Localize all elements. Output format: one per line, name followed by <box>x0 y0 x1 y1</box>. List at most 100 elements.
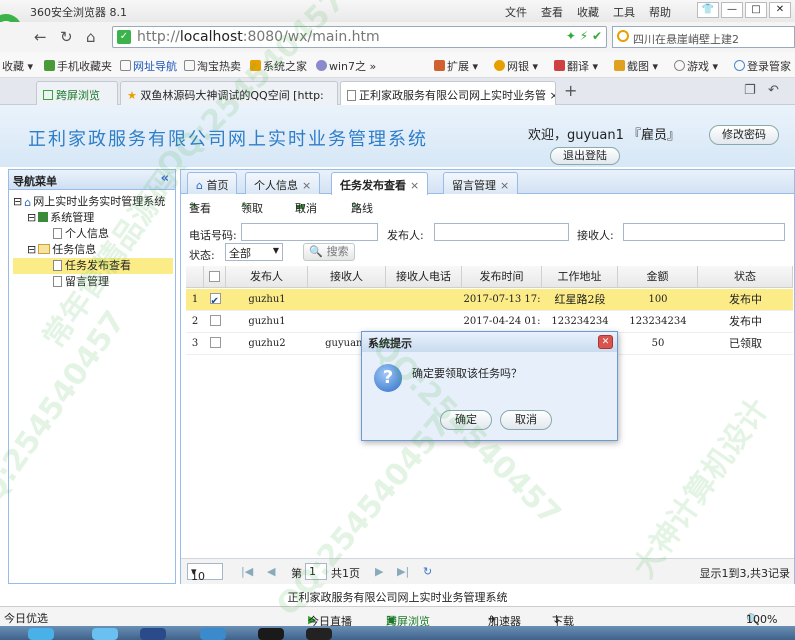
skin-button[interactable]: 👕 <box>697 2 719 18</box>
first-page-icon[interactable]: |◀ <box>241 565 253 578</box>
menu-tools[interactable]: 工具 <box>613 4 635 20</box>
menu-view[interactable]: 查看 <box>541 4 563 20</box>
cell-status: 已领取 <box>729 337 762 350</box>
star-icon: ★ <box>127 89 137 102</box>
header-receiver[interactable]: 接收人 <box>308 266 386 288</box>
header-status[interactable]: 状态 <box>698 266 793 288</box>
close-tab-icon[interactable]: × <box>550 89 556 102</box>
row-checkbox[interactable] <box>204 311 226 333</box>
header-address[interactable]: 工作地址 <box>542 266 618 288</box>
tree-item-profile[interactable]: 个人信息 <box>53 226 109 242</box>
taskbar-app-icon[interactable] <box>200 628 226 640</box>
bookmark-taobao[interactable]: 淘宝热卖 <box>184 58 241 74</box>
bookmark-navigation[interactable]: 网址导航 <box>120 58 177 74</box>
welcome-text: 欢迎，guyuan1 『雇员』 <box>528 128 681 143</box>
search-box[interactable]: 四川在悬崖峭壁上建2 <box>612 26 795 48</box>
bookmark-mobile[interactable]: 手机收藏夹 <box>44 58 112 74</box>
tree-root[interactable]: ⊟ ⌂ 网上实时业务实时管理系统 <box>13 194 165 210</box>
menu-help[interactable]: 帮助 <box>649 4 671 20</box>
tree-item-messages[interactable]: 留言管理 <box>53 274 109 290</box>
phone-icon <box>44 60 55 71</box>
bookmark-system-home[interactable]: 系统之家 <box>250 58 307 74</box>
restore-tabs-icon[interactable]: ❐ <box>744 83 756 98</box>
bookmark-favorites[interactable]: 收藏 ▾ <box>2 58 33 74</box>
next-page-icon[interactable]: ▶ <box>375 565 383 578</box>
change-password-button[interactable]: 修改密码 <box>709 125 779 145</box>
address-action-icons[interactable]: ✦ ⚡ ✔ <box>566 29 602 43</box>
header-publish-time[interactable]: 发布时间 <box>462 266 542 288</box>
close-tab-icon[interactable]: × <box>500 179 509 192</box>
tab-cross-screen[interactable]: 跨屏浏览 <box>36 81 118 105</box>
tab-qq-space[interactable]: ★ 双鱼林源码大神调试的QQ空间 [http: <box>120 81 338 105</box>
minimize-button[interactable]: — <box>721 2 743 18</box>
menu-file[interactable]: 文件 <box>505 4 527 20</box>
page-number-input[interactable]: 1 <box>305 563 327 580</box>
bookmark-login-manager[interactable]: 登录管家 <box>734 58 791 74</box>
header-receiver-phone[interactable]: 接收人电话 <box>386 266 462 288</box>
receiver-input[interactable] <box>623 223 785 241</box>
gamepad-icon <box>674 60 685 71</box>
table-row[interactable]: 2 guzhu1 2017-04-24 01: 123234234 123234… <box>186 311 793 333</box>
menu-favorites[interactable]: 收藏 <box>577 4 599 20</box>
logout-button[interactable]: 退出登陆 <box>550 147 620 165</box>
select-all-checkbox[interactable] <box>209 271 220 282</box>
bookmark-translate[interactable]: 翻译 ▾ <box>554 58 598 74</box>
header-amount[interactable]: 金额 <box>618 266 698 288</box>
last-page-icon[interactable]: ▶| <box>397 565 409 578</box>
dialog-close-icon[interactable]: ✕ <box>598 335 613 349</box>
maximize-button[interactable]: □ <box>745 2 767 18</box>
close-window-button[interactable]: ✕ <box>769 2 791 18</box>
tab-messages[interactable]: 留言管理 × <box>443 172 519 194</box>
cell-address: 123234234 <box>551 316 609 327</box>
taskbar-app-icon[interactable] <box>306 628 332 640</box>
status-left[interactable]: 今日优选 <box>4 610 48 626</box>
tab-home[interactable]: ⌂ 首页 <box>187 172 238 194</box>
cell-amount: 100 <box>648 294 668 305</box>
close-tab-icon[interactable]: × <box>302 179 311 192</box>
tab-current-app[interactable]: 正利家政服务有限公司网上实时业务管 × <box>340 81 556 105</box>
page-icon <box>53 260 62 271</box>
collapse-icon[interactable]: « <box>161 171 169 186</box>
close-tab-icon[interactable]: × <box>410 179 419 192</box>
bookmark-screenshot[interactable]: 截图 ▾ <box>614 58 658 74</box>
home-icon[interactable]: ⌂ <box>86 28 96 46</box>
back-icon[interactable]: ← <box>34 28 47 46</box>
page-size-select[interactable]: 10 ▾ <box>187 563 223 583</box>
new-tab-button[interactable]: + <box>564 81 577 100</box>
bookmark-win7[interactable]: win7之 » <box>316 58 376 74</box>
table-row[interactable]: 1 guzhu1 2017-07-13 17: 红星路2段 100 发布中 <box>186 289 793 311</box>
tab-profile[interactable]: 个人信息 × <box>245 172 321 194</box>
search-button[interactable]: 🔍 搜索 <box>303 243 355 261</box>
address-bar[interactable]: ✓ http://localhost:8080/wx/main.htm ✦ ⚡ … <box>112 26 607 48</box>
publisher-input[interactable] <box>434 223 569 241</box>
system-icon <box>38 212 49 222</box>
row-number: 1 <box>191 294 199 305</box>
taskbar-app-icon[interactable] <box>92 628 118 640</box>
cell-publisher: guzhu2 <box>248 338 286 349</box>
dialog-ok-button[interactable]: 确定 <box>440 410 492 430</box>
tree-item-task-publish[interactable]: 任务发布查看 <box>13 258 173 274</box>
row-checkbox[interactable] <box>204 333 226 355</box>
taskbar-ie-icon[interactable] <box>28 628 54 640</box>
row-checkbox[interactable] <box>204 289 226 311</box>
taskbar-app-icon[interactable] <box>258 628 284 640</box>
refresh-icon[interactable]: ↻ <box>60 28 73 46</box>
refresh-icon[interactable]: ↻ <box>423 565 432 578</box>
browser-tab-bar: 跨屏浏览 ★ 双鱼林源码大神调试的QQ空间 [http: 正利家政服务有限公司网… <box>0 78 795 105</box>
taskbar-app-icon[interactable] <box>140 628 166 640</box>
browser-nav-bar: ← ↻ ⌂ ✓ http://localhost:8080/wx/main.ht… <box>0 22 795 52</box>
status-select[interactable]: 全部 ▼ <box>225 243 283 261</box>
tab-task-publish[interactable]: 任务发布查看 × <box>331 172 429 195</box>
bookmark-extensions[interactable]: 扩展 ▾ <box>434 58 478 74</box>
nav-menu-header: 导航菜单 « <box>9 170 175 190</box>
tree-group-system[interactable]: ⊟ 系统管理 <box>27 210 94 226</box>
bookmark-bank[interactable]: 网银 ▾ <box>494 58 538 74</box>
dialog-cancel-button[interactable]: 取消 <box>500 410 552 430</box>
phone-input[interactable] <box>241 223 378 241</box>
bookmark-games[interactable]: 游戏 ▾ <box>674 58 718 74</box>
undo-close-icon[interactable]: ↶ <box>768 83 779 98</box>
tree-group-tasks[interactable]: ⊟ 任务信息 <box>27 242 96 258</box>
header-checkbox[interactable] <box>204 266 226 288</box>
header-publisher[interactable]: 发布人 <box>226 266 308 288</box>
prev-page-icon[interactable]: ◀ <box>267 565 275 578</box>
